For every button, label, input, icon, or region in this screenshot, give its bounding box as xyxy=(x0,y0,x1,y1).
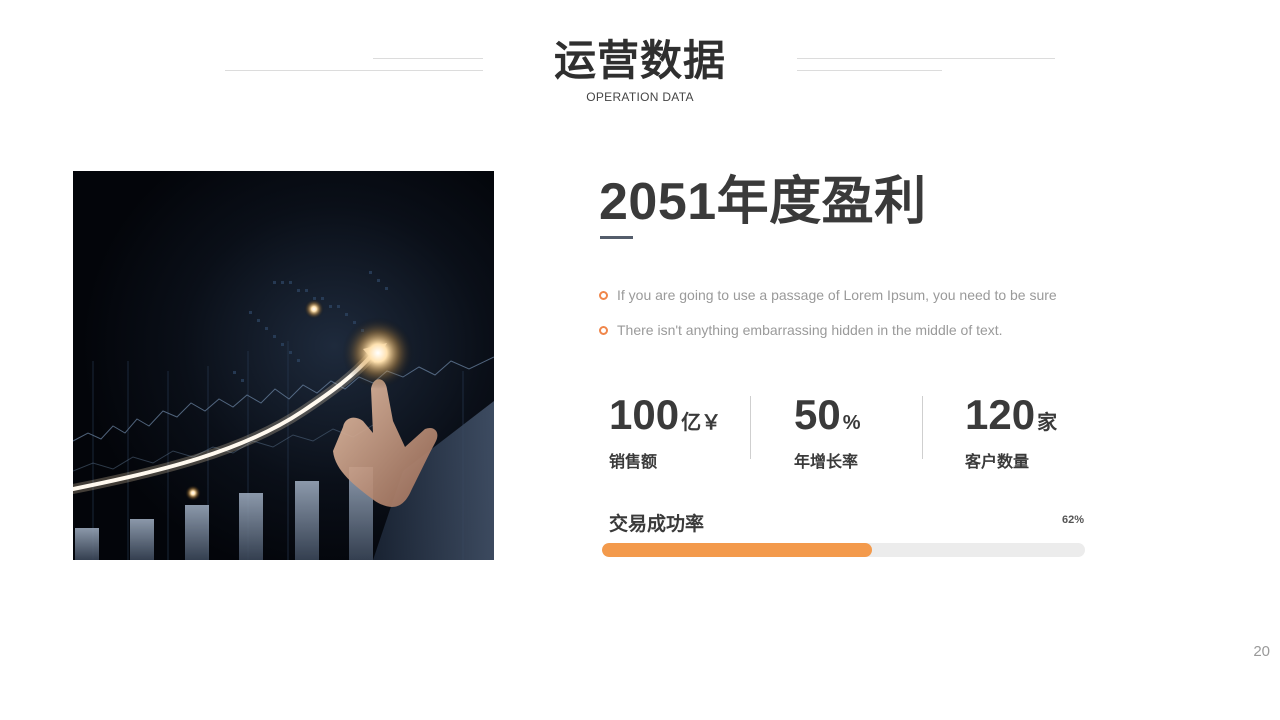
page-title: 运营数据 xyxy=(553,37,726,84)
stat-sales: 100 亿￥ 销售额 xyxy=(609,392,721,472)
stat-label: 年增长率 xyxy=(794,454,859,471)
stat-label: 销售额 xyxy=(609,454,658,471)
stat-value: 120 xyxy=(965,391,1036,438)
stat-unit: 亿￥ xyxy=(681,412,722,434)
stat-label: 客户数量 xyxy=(965,454,1030,471)
bullet-item-2: There isn't anything embarrassing hidden… xyxy=(599,322,1003,338)
bullet-dot-icon xyxy=(599,325,608,335)
progress-value: 62% xyxy=(1061,514,1084,526)
stat-divider xyxy=(750,396,751,459)
stat-value: 50 xyxy=(794,391,841,438)
stat-value: 100 xyxy=(609,391,680,438)
bullet-text: There isn't anything embarrassing hidden… xyxy=(617,322,1003,338)
page-number: 20 xyxy=(1253,643,1270,660)
bullet-item-1: If you are going to use a passage of Lor… xyxy=(599,287,1057,303)
progress-track xyxy=(602,543,1085,557)
stat-unit: % xyxy=(842,412,861,434)
progress-fill xyxy=(602,543,873,557)
stat-unit: 家 xyxy=(1037,412,1058,434)
stat-divider xyxy=(922,396,923,459)
progress-label: 交易成功率 xyxy=(609,514,705,535)
stat-value-row: 50% xyxy=(794,392,861,446)
headline: 2051年度盈利 xyxy=(599,173,927,231)
bullet-text: If you are going to use a passage of Lor… xyxy=(617,287,1057,303)
headline-underline xyxy=(600,236,633,239)
stat-customers: 120 家 客户数量 xyxy=(965,392,1057,472)
page-subtitle: OPERATION DATA xyxy=(586,90,694,104)
growth-arrow-photo xyxy=(73,171,494,560)
stat-value-row: 100 亿￥ xyxy=(609,392,721,446)
stat-value-row: 120 家 xyxy=(965,392,1057,446)
stat-growth-rate: 50% 年增长率 xyxy=(794,392,861,472)
bullet-dot-icon xyxy=(599,290,608,300)
